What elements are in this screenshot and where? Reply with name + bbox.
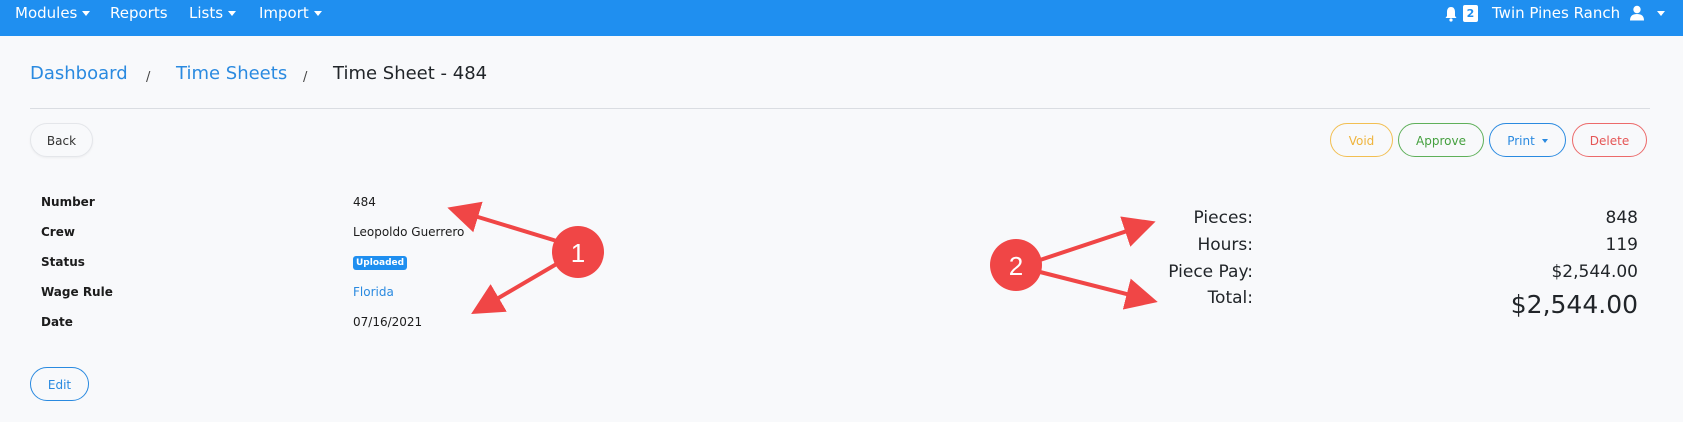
annotation-arrow	[1039, 270, 1158, 310]
annotation-marker-2-label: 2	[1009, 251, 1023, 281]
annotation-arrow	[471, 260, 562, 315]
annotation-marker-1-label: 1	[571, 238, 585, 268]
annotation-arrow	[447, 201, 561, 244]
annotation-arrow	[1039, 216, 1156, 262]
annotation-overlay: 1 2	[447, 201, 1158, 315]
